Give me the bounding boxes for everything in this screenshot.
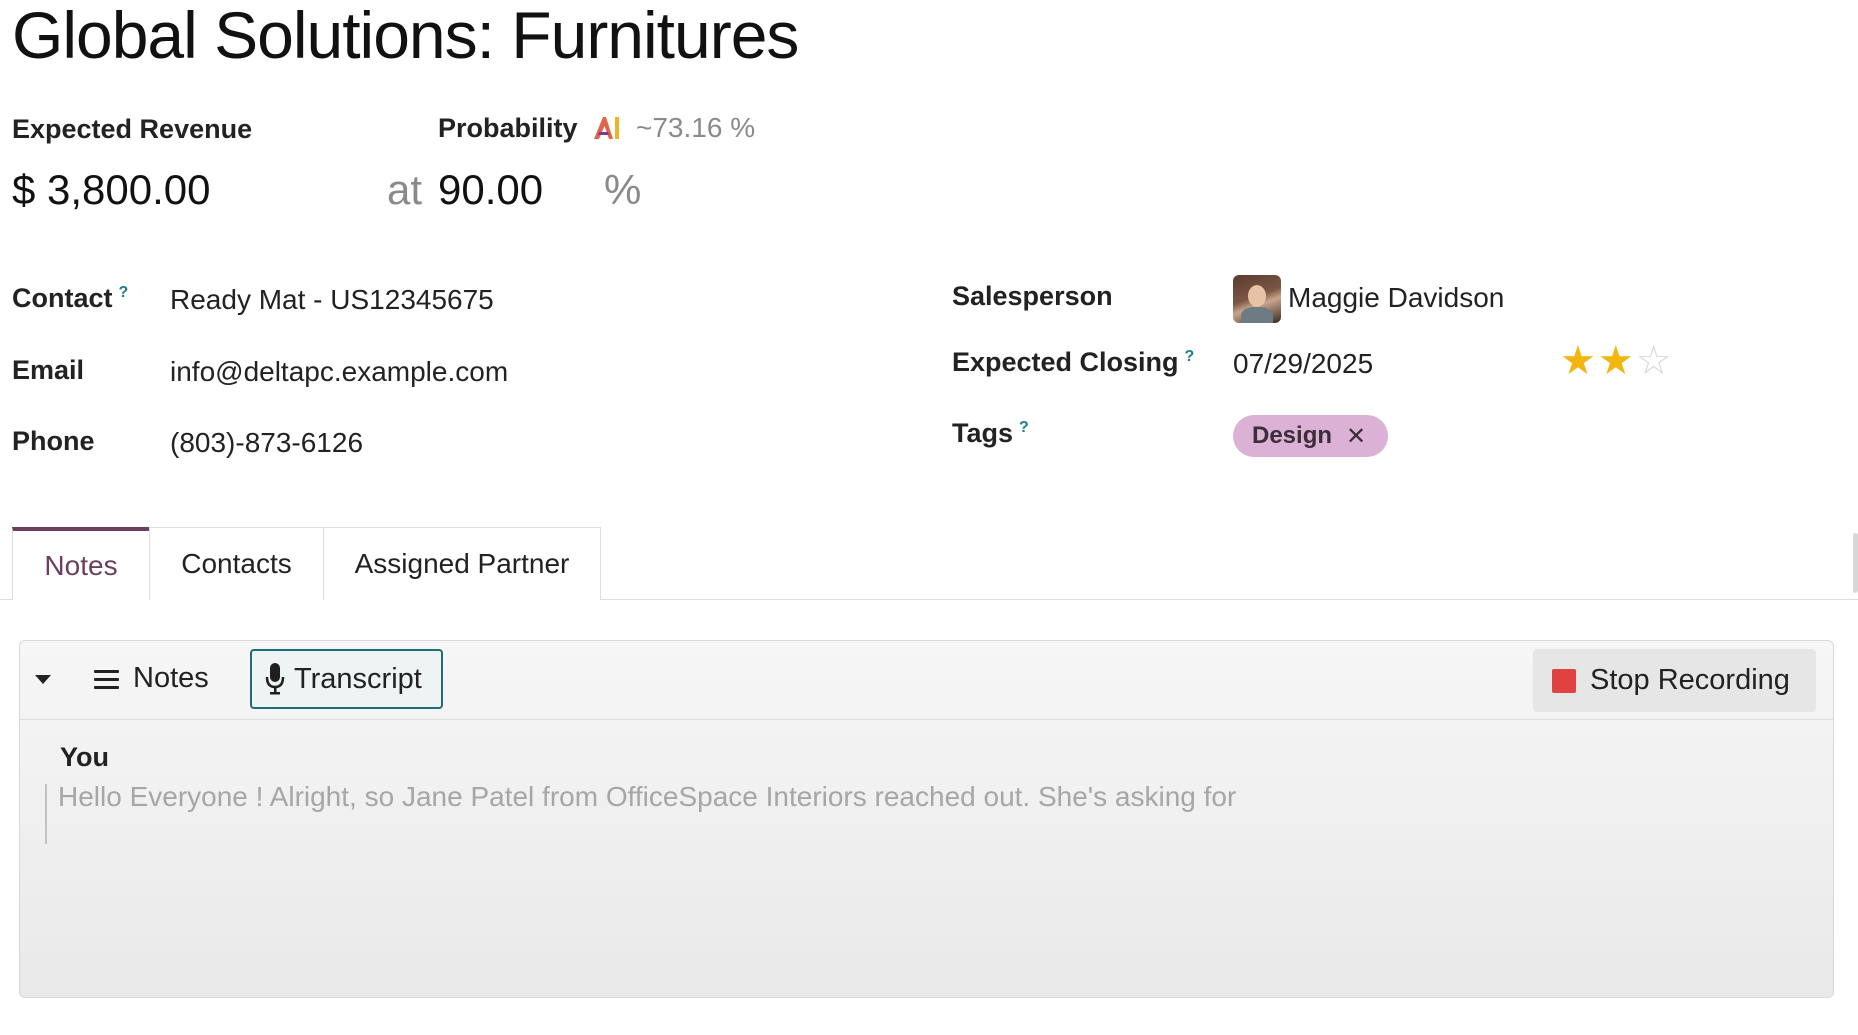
probability-label: Probability	[438, 113, 578, 143]
tags-label: Tags?	[952, 418, 1029, 448]
phone-value[interactable]: (803)-873-6126	[170, 427, 363, 459]
transcript-text[interactable]: Hello Everyone ! Alright, so Jane Patel …	[58, 781, 1236, 813]
salesperson-avatar[interactable]	[1233, 275, 1281, 323]
ai-probability-estimate[interactable]: ~73.16 %	[636, 112, 755, 144]
remove-tag-icon[interactable]: ✕	[1346, 422, 1366, 451]
email-value[interactable]: info@deltapc.example.com	[170, 356, 508, 388]
record-title[interactable]: Global Solutions: Furnitures	[12, 0, 799, 70]
tag-label: Design	[1252, 422, 1333, 449]
help-marker[interactable]: ?	[119, 284, 129, 301]
percent-sign: %	[604, 166, 642, 213]
stop-square-icon	[1552, 668, 1576, 693]
phone-label: Phone	[12, 426, 95, 456]
text-cursor	[45, 784, 47, 844]
microphone-icon	[265, 663, 285, 695]
priority-stars: ★ ★ ☆	[1560, 341, 1672, 381]
contact-label: Contact?	[12, 283, 129, 313]
scrollbar-handle[interactable]	[1853, 533, 1858, 593]
probability-value[interactable]: 90.00	[438, 166, 543, 214]
salesperson-label: Salesperson	[952, 281, 1113, 311]
help-marker[interactable]: ?	[1019, 419, 1029, 436]
star-filled-icon[interactable]: ★	[1560, 341, 1596, 381]
speaker-name: You	[60, 742, 109, 772]
notes-view-button[interactable]: Notes	[133, 662, 209, 695]
contact-value[interactable]: Ready Mat - US12345675	[170, 284, 494, 316]
transcript-label: Transcript	[294, 662, 422, 695]
at-label: at	[387, 166, 423, 213]
expected-revenue-value[interactable]: $ 3,800.00	[12, 166, 211, 214]
expected-closing-value[interactable]: 07/29/2025	[1233, 348, 1373, 380]
hamburger-icon[interactable]	[94, 670, 119, 690]
caret-down-icon[interactable]	[35, 675, 51, 684]
expected-revenue-label: Expected Revenue	[12, 114, 253, 144]
star-empty-icon[interactable]: ☆	[1636, 341, 1672, 381]
email-label: Email	[12, 355, 85, 385]
tab-assigned-partner[interactable]: Assigned Partner	[323, 527, 601, 600]
tab-notes[interactable]: Notes	[12, 527, 150, 600]
salesperson-value[interactable]: Maggie Davidson	[1288, 282, 1504, 314]
stop-recording-button[interactable]: Stop Recording	[1533, 649, 1816, 712]
transcript-button[interactable]: Transcript	[250, 649, 443, 709]
stop-recording-label: Stop Recording	[1590, 664, 1790, 696]
star-filled-icon[interactable]: ★	[1598, 341, 1634, 381]
help-marker[interactable]: ?	[1185, 348, 1195, 365]
tab-contacts[interactable]: Contacts	[149, 527, 324, 600]
tag-design[interactable]: Design ✕	[1233, 415, 1389, 457]
expected-closing-label: Expected Closing?	[952, 347, 1195, 377]
ai-sparkle-icon[interactable]	[592, 115, 622, 146]
